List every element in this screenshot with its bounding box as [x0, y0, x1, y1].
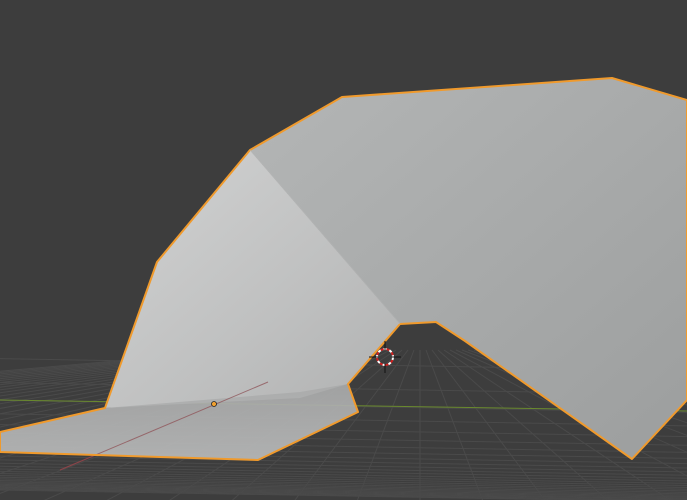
object-origin-dot[interactable]: [211, 401, 217, 407]
grid-line: [0, 465, 687, 479]
mesh-object[interactable]: [0, 77, 687, 471]
viewport-canvas[interactable]: [0, 0, 687, 500]
3d-viewport[interactable]: [0, 0, 687, 500]
